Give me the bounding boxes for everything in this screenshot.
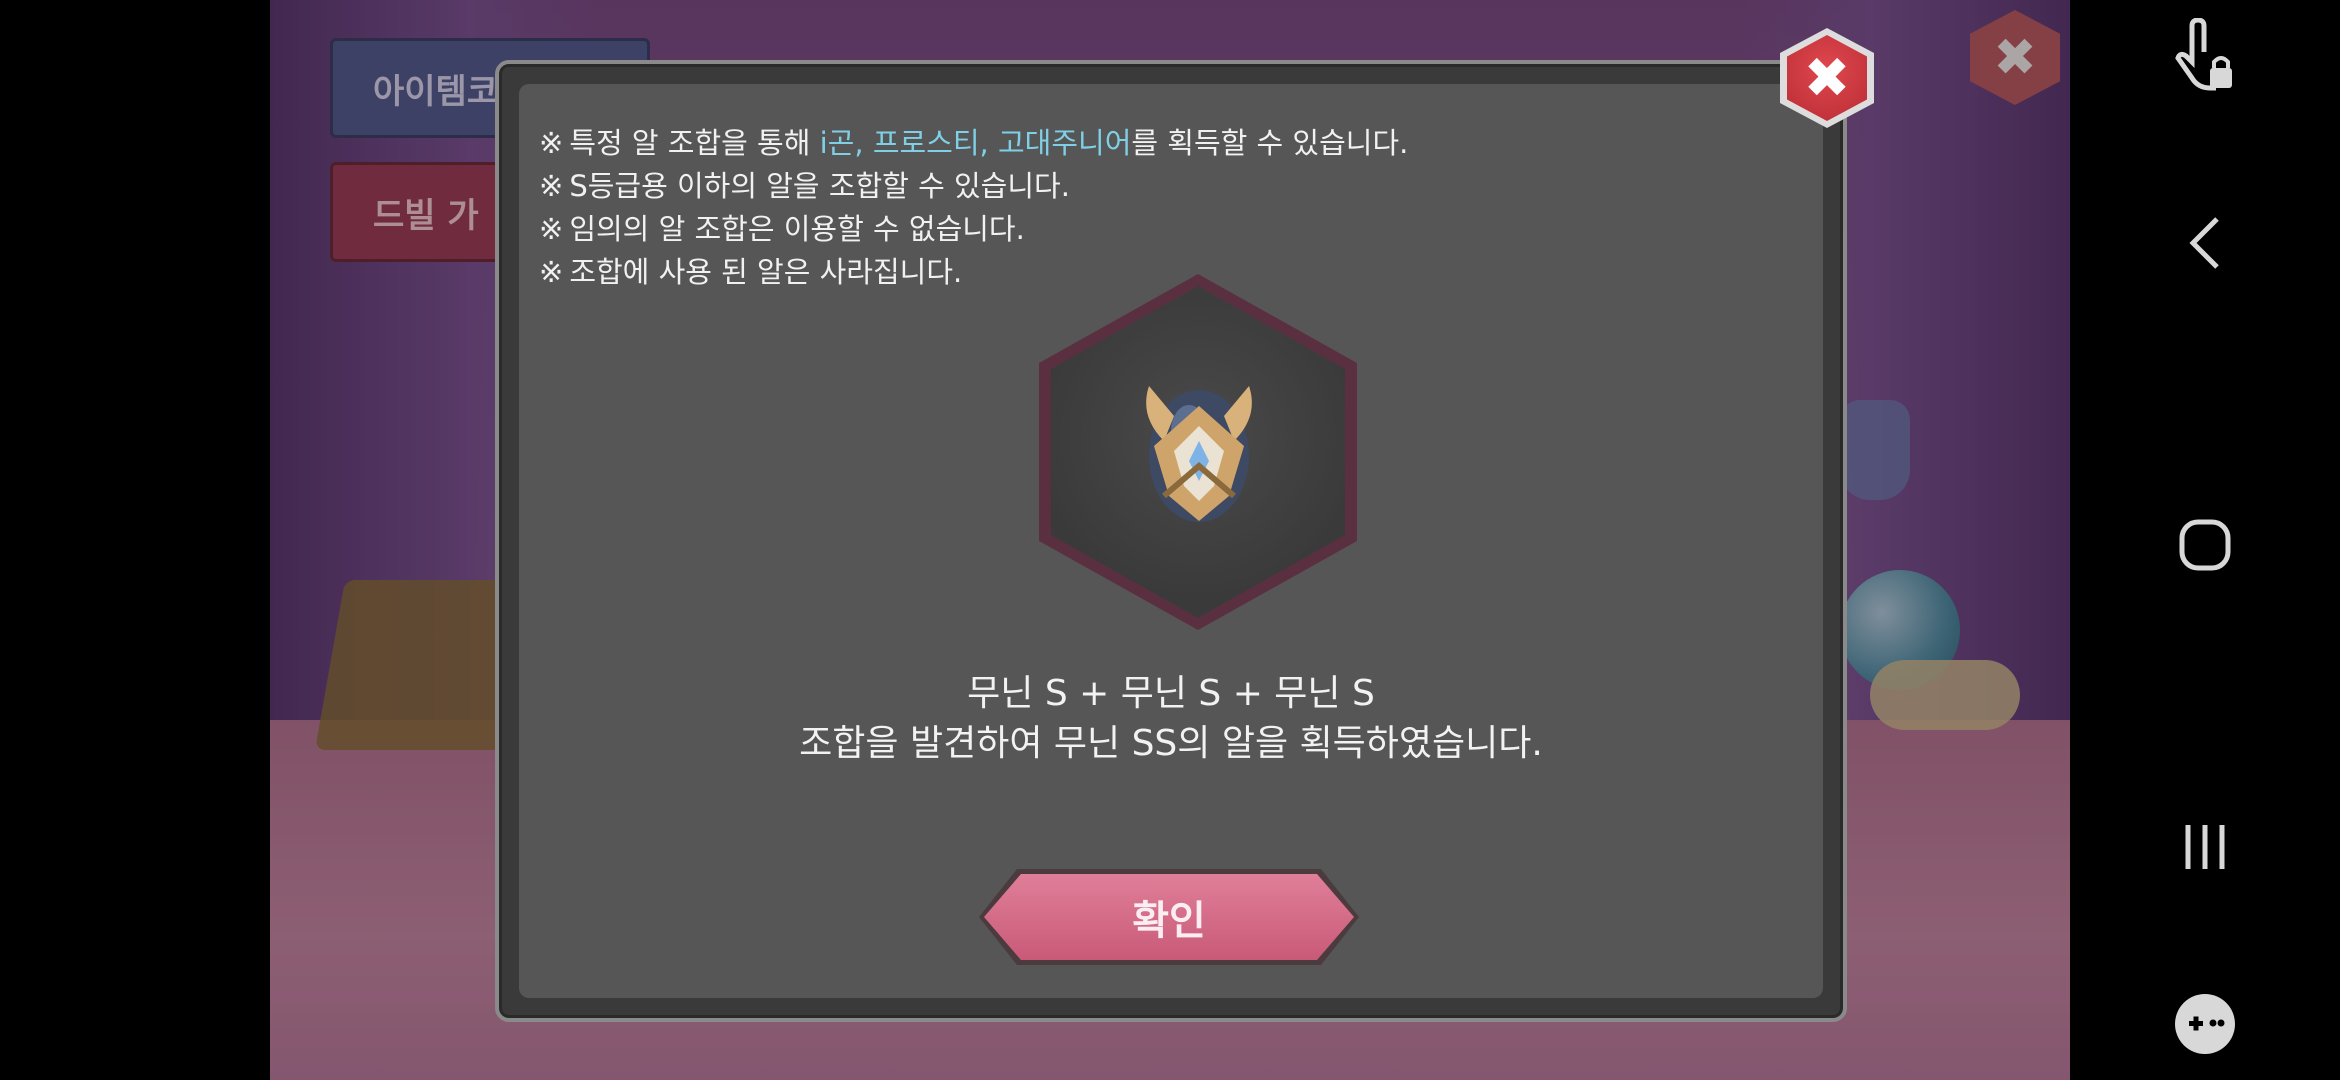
egg-combination-dialog: ※ 특정 알 조합을 통해 i곤, 프로스티, 고대주니어를 획득할 수 있습니다… [495, 60, 1847, 1022]
touch-lock-icon[interactable] [2070, 18, 2340, 98]
egg-frame [1039, 274, 1357, 630]
game-tools-icon[interactable] [2070, 992, 2340, 1056]
dialog-panel: ※ 특정 알 조합을 통해 i곤, 프로스티, 고대주니어를 획득할 수 있습니다… [519, 84, 1823, 998]
android-navigation-bar [2070, 0, 2340, 1080]
notes-list: ※ 특정 알 조합을 통해 i곤, 프로스티, 고대주니어를 획득할 수 있습니다… [539, 122, 1408, 294]
muninn-ss-egg-icon [1146, 386, 1252, 522]
note-item: ※ 특정 알 조합을 통해 i곤, 프로스티, 고대주니어를 획득할 수 있습니다… [539, 126, 1409, 160]
home-icon[interactable] [2070, 518, 2340, 572]
confirm-button-label: 확인 [984, 874, 1354, 960]
highlighted-dragon-names: i곤, 프로스티, 고대주니어 [819, 126, 1132, 160]
confirm-button[interactable]: 확인 [979, 869, 1359, 965]
recents-icon[interactable] [2070, 822, 2340, 872]
combination-result-text: 조합을 발견하여 무닌 SS의 알을 획득하였습니다. [799, 723, 1543, 764]
back-icon[interactable] [2070, 215, 2340, 271]
game-screen: 아이템코 드빌 가 ✖ ※ 특정 알 조합을 통해 i곤, 프로스티, 고대주니어… [270, 0, 2070, 1080]
note-item: ※ 임의의 알 조합은 이용할 수 없습니다. [539, 212, 1025, 246]
result-message: 무닌 S + 무닌 S + 무닌 S 조합을 발견하여 무닌 SS의 알을 획득… [519, 669, 1823, 769]
note-item: ※ S등급용 이하의 알을 조합할 수 있습니다. [539, 169, 1070, 203]
combination-formula: 무닌 S + 무닌 S + 무닌 S [967, 673, 1375, 714]
note-item: ※ 조합에 사용 된 알은 사라집니다. [539, 255, 963, 289]
